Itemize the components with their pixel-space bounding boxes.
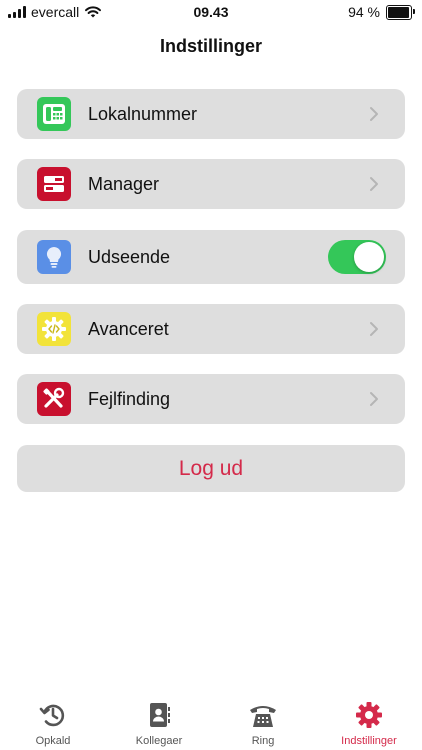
tab-ring[interactable]: Ring <box>218 690 308 747</box>
history-icon <box>39 704 65 727</box>
settings-item-lokalnummer[interactable]: Lokalnummer <box>17 89 405 139</box>
gear-icon <box>356 702 382 728</box>
logout-button[interactable]: Log ud <box>17 445 405 492</box>
tools-icon <box>37 382 71 416</box>
settings-item-label: Fejlfinding <box>88 388 171 409</box>
page-title: Indstillinger <box>159 36 262 56</box>
manager-icon <box>37 167 71 201</box>
chevron-right-icon <box>370 177 378 191</box>
settings-item-label: Manager <box>88 173 160 194</box>
settings-item-label: Lokalnummer <box>88 103 198 124</box>
code-gear-icon <box>37 312 71 346</box>
lightbulb-icon <box>37 240 71 274</box>
tab-label: Opkald <box>35 735 71 747</box>
tab-label: Indstillinger <box>341 735 397 747</box>
settings-item-udseende: Udseende <box>17 230 405 284</box>
status-right: 94 % <box>348 4 415 20</box>
settings-item-label: Udseende <box>88 246 171 267</box>
desk-phone-icon <box>37 97 71 131</box>
battery-icon <box>386 4 415 20</box>
settings-item-avanceret[interactable]: Avanceret <box>17 304 405 354</box>
settings-item-manager[interactable]: Manager <box>17 159 405 209</box>
chevron-right-icon <box>370 322 378 336</box>
chevron-right-icon <box>370 392 378 406</box>
battery-percent: 94 % <box>348 4 380 20</box>
tab-kollegaer[interactable]: Kollegaer <box>114 690 204 747</box>
toggle-knob <box>354 242 384 272</box>
appearance-toggle[interactable] <box>328 240 386 274</box>
tab-indstillinger[interactable]: Indstillinger <box>324 690 414 747</box>
tab-opkald[interactable]: Opkald <box>8 690 98 747</box>
settings-item-fejlfinding[interactable]: Fejlfinding <box>17 374 405 424</box>
chevron-right-icon <box>370 107 378 121</box>
status-bar: evercall 09.43 94 % <box>0 0 422 26</box>
contacts-icon <box>150 703 170 727</box>
settings-item-label: Avanceret <box>88 318 169 339</box>
battery-fill <box>388 6 409 18</box>
phone-keypad-icon <box>250 706 276 727</box>
tab-label: Ring <box>251 735 275 747</box>
tab-label: Kollegaer <box>135 735 183 747</box>
tab-bar: Opkald Kollegaer Ring Indstillinger <box>0 690 422 750</box>
